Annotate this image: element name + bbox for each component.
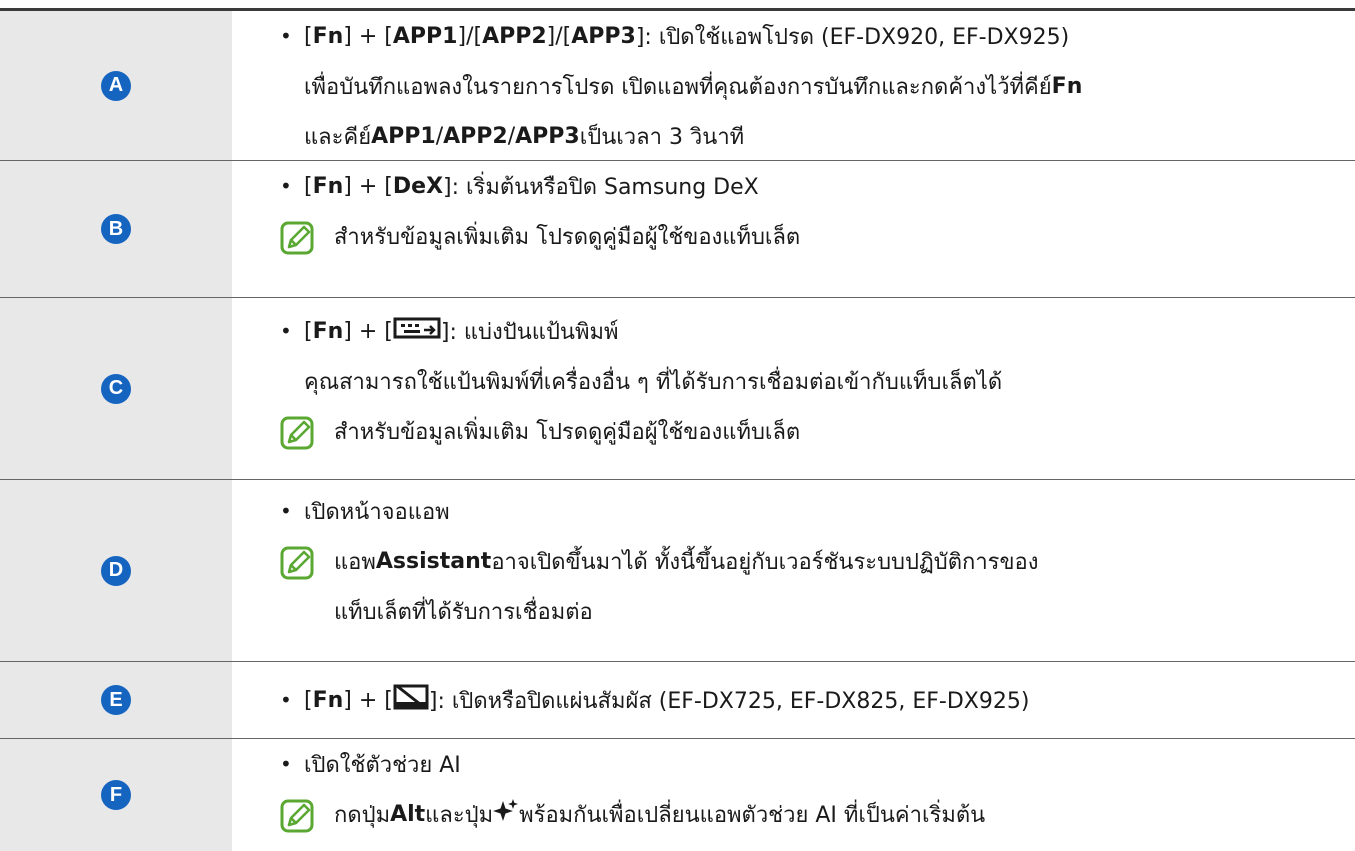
note-text: กดปุ่ม Alt และปุ่ม พร้อมกันเพื่อเปลี่ยนแ… bbox=[334, 789, 985, 839]
row-e-label-cell: E bbox=[0, 662, 232, 738]
row-d-label-cell: D bbox=[0, 480, 232, 661]
row-e-content: • [Fn] + [ ]: เปิดหรือปิดแผ่นสัมผัส (EF-… bbox=[232, 662, 1355, 738]
row-b-line1: • [Fn] + [DeX]: เริ่มต้นหรือปิด Samsung … bbox=[280, 173, 759, 200]
row-d-content: • เปิดหน้าจอแอพ แอพ Assistant อาจเปิดขึ้… bbox=[232, 480, 1355, 661]
keyboard-share-icon bbox=[393, 315, 441, 347]
badge-c: C bbox=[101, 373, 131, 404]
row-f-line1: • เปิดใช้ตัวช่วย AI bbox=[280, 752, 461, 778]
note-icon bbox=[280, 211, 334, 261]
row-a-line3: และคีย์ APP1/APP2/APP3 เป็นเวลา 3 วินาที bbox=[304, 123, 745, 150]
badge-e: E bbox=[101, 685, 131, 715]
row-b-content: • [Fn] + [DeX]: เริ่มต้นหรือปิด Samsung … bbox=[232, 161, 1355, 297]
row-a-line2: เพื่อบันทึกแอพลงในรายการโปรด เปิดแอพที่ค… bbox=[304, 73, 1083, 100]
note-text: สำหรับข้อมูลเพิ่มเติม โปรดดูคู่มือผู้ใช้… bbox=[334, 224, 801, 250]
note-icon bbox=[280, 536, 334, 586]
table-row-c: C • [Fn] + [ ]: แบ่งปันแป้นพิมพ์ คุณสามา… bbox=[0, 298, 1355, 480]
bullet: • bbox=[280, 688, 292, 712]
table-row-f: F • เปิดใช้ตัวช่วย AI กดปุ่ม Alt และปุ่ม bbox=[0, 739, 1355, 851]
badge-f: F bbox=[101, 780, 131, 810]
badge-a: A bbox=[101, 70, 131, 101]
note-block: สำหรับข้อมูลเพิ่มเติม โปรดดูคู่มือผู้ใช้… bbox=[280, 406, 1355, 456]
row-b-label-cell: B bbox=[0, 161, 232, 297]
table-row-e: E • [Fn] + [ ]: เปิดหรือปิดแผ่นสัมผัส (E… bbox=[0, 662, 1355, 739]
row-c-label-cell: C bbox=[0, 298, 232, 479]
note-text-line2: แท็บเล็ตที่ได้รับการเชื่อมต่อ bbox=[334, 599, 593, 625]
row-c-line1: • [Fn] + [ ]: แบ่งปันแป้นพิมพ์ bbox=[280, 306, 1355, 356]
bullet: • bbox=[280, 174, 292, 198]
row-c-content: • [Fn] + [ ]: แบ่งปันแป้นพิมพ์ คุณสามารถ… bbox=[232, 298, 1355, 479]
bullet: • bbox=[280, 24, 292, 48]
row-d-line1: • เปิดหน้าจอแอพ bbox=[280, 499, 450, 525]
row-f-content: • เปิดใช้ตัวช่วย AI กดปุ่ม Alt และปุ่ม พ… bbox=[232, 739, 1355, 851]
badge-b: B bbox=[101, 214, 131, 244]
note-block: สำหรับข้อมูลเพิ่มเติม โปรดดูคู่มือผู้ใช้… bbox=[280, 211, 1355, 261]
table-row-a: A • [Fn] + [APP1]/[APP2]/[APP3]: เปิดใช้… bbox=[0, 11, 1355, 161]
note-icon bbox=[280, 789, 334, 839]
bullet: • bbox=[280, 752, 292, 776]
note-block: กดปุ่ม Alt และปุ่ม พร้อมกันเพื่อเปลี่ยนแ… bbox=[280, 789, 1355, 839]
shortcut-table: A • [Fn] + [APP1]/[APP2]/[APP3]: เปิดใช้… bbox=[0, 8, 1355, 851]
row-a-label-cell: A bbox=[0, 11, 232, 160]
table-row-d: D • เปิดหน้าจอแอพ แอพ Assistant อาจเปิดข… bbox=[0, 480, 1355, 662]
note-block: แอพ Assistant อาจเปิดขึ้นมาได้ ทั้งนี้ขึ… bbox=[280, 536, 1355, 636]
row-f-label-cell: F bbox=[0, 739, 232, 851]
bullet: • bbox=[280, 319, 292, 343]
row-e-line1: • [Fn] + [ ]: เปิดหรือปิดแผ่นสัมผัส (EF-… bbox=[280, 675, 1029, 725]
note-icon bbox=[280, 406, 334, 456]
bullet: • bbox=[280, 499, 292, 523]
note-text-line1: แอพ Assistant อาจเปิดขึ้นมาได้ ทั้งนี้ขึ… bbox=[334, 548, 1039, 575]
touchpad-toggle-icon bbox=[393, 683, 429, 717]
note-text: สำหรับข้อมูลเพิ่มเติม โปรดดูคู่มือผู้ใช้… bbox=[334, 419, 801, 445]
table-row-b: B • [Fn] + [DeX]: เริ่มต้นหรือปิด Samsun… bbox=[0, 161, 1355, 298]
row-c-line2: คุณสามารถใช้แป้นพิมพ์ที่เครื่องอื่น ๆ ที… bbox=[304, 369, 1003, 395]
sparkle-ai-icon bbox=[493, 798, 519, 830]
row-a-line1: • [Fn] + [APP1]/[APP2]/[APP3]: เปิดใช้แอ… bbox=[280, 23, 1070, 50]
badge-d: D bbox=[101, 555, 131, 586]
row-a-content: • [Fn] + [APP1]/[APP2]/[APP3]: เปิดใช้แอ… bbox=[232, 11, 1355, 160]
